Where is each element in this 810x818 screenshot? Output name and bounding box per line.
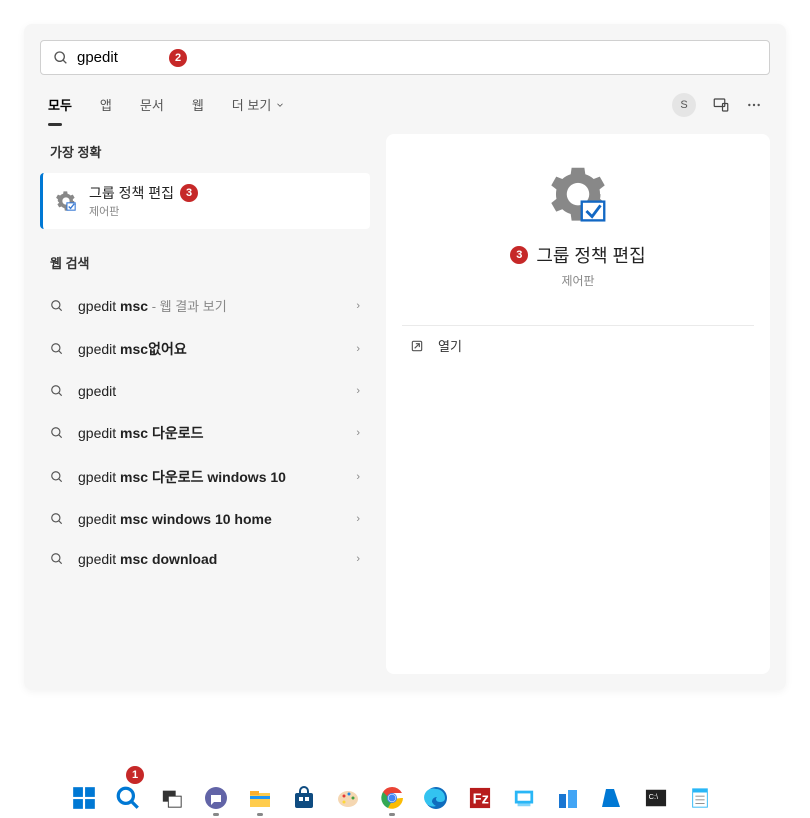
chevron-right-icon: › (356, 427, 360, 439)
annotation-badge-3a: 3 (180, 184, 198, 202)
web-result-item[interactable]: gpedit msc 다운로드 › (40, 411, 370, 455)
chevron-right-icon: › (356, 385, 360, 397)
action-open-label: 열기 (438, 336, 462, 355)
search-icon (50, 299, 64, 313)
more-icon[interactable] (746, 97, 762, 113)
taskbar-filezilla[interactable]: Fz (466, 784, 494, 812)
taskbar-notepad[interactable] (686, 784, 714, 812)
taskbar-taskview[interactable] (158, 784, 186, 812)
content-area: 가장 정확 그룹 정책 편집 3 제어판 웹 검색 gpedit msc (24, 134, 786, 674)
chevron-down-icon (275, 100, 285, 110)
web-result-text: gpedit msc없어요 (78, 339, 356, 359)
chevron-right-icon: › (356, 471, 360, 483)
taskbar-terminal[interactable]: C:\ (642, 784, 670, 812)
tab-all[interactable]: 모두 (48, 91, 72, 118)
web-result-item[interactable]: gpedit msc 다운로드 windows 10 › (40, 455, 370, 499)
taskbar-chat[interactable] (202, 784, 230, 812)
chevron-right-icon: › (356, 553, 360, 565)
tab-more[interactable]: 더 보기 (232, 91, 286, 118)
web-result-item[interactable]: gpedit › (40, 371, 370, 411)
taskbar-paint[interactable] (334, 784, 362, 812)
action-open[interactable]: 열기 (402, 325, 754, 365)
best-match-title: 그룹 정책 편집 3 (89, 183, 198, 203)
annotation-badge-2: 2 (169, 49, 187, 67)
taskbar-edge[interactable] (422, 784, 450, 812)
tabs-right: S (672, 93, 762, 117)
search-icon (53, 50, 69, 66)
web-result-item[interactable]: gpedit msc없어요 › (40, 327, 370, 371)
results-column: 가장 정확 그룹 정책 편집 3 제어판 웹 검색 gpedit msc (40, 134, 370, 674)
detail-panel: 3 그룹 정책 편집 제어판 열기 (386, 134, 770, 674)
taskbar-buildings[interactable] (554, 784, 582, 812)
web-result-item[interactable]: gpedit msc - 웹 결과 보기 › (40, 284, 370, 327)
web-result-text: gpedit msc - 웹 결과 보기 (78, 296, 356, 315)
web-result-item[interactable]: gpedit msc windows 10 home › (40, 499, 370, 539)
taskbar-azure[interactable] (598, 784, 626, 812)
annotation-badge-1: 1 (126, 766, 144, 784)
search-icon (50, 342, 64, 356)
detail-sub: 제어판 (402, 272, 754, 289)
search-icon (50, 552, 64, 566)
search-icon (50, 384, 64, 398)
taskbar-chrome[interactable] (378, 784, 406, 812)
chevron-right-icon: › (356, 343, 360, 355)
devices-icon[interactable] (712, 96, 730, 114)
taskbar-search[interactable]: 1 (114, 784, 142, 812)
search-panel: 2 모두 앱 문서 웹 더 보기 S 가장 정확 (24, 24, 786, 690)
detail-title: 그룹 정책 편집 (536, 242, 645, 268)
web-result-text: gpedit msc download (78, 551, 356, 567)
start-button[interactable] (70, 784, 98, 812)
gear-icon (55, 190, 77, 212)
detail-title-row: 3 그룹 정책 편집 (402, 242, 754, 268)
search-bar[interactable]: 2 (40, 40, 770, 75)
taskbar-store[interactable] (290, 784, 318, 812)
taskbar: 1 Fz C:\ (0, 784, 810, 812)
detail-icon (548, 166, 608, 226)
chevron-right-icon: › (356, 300, 360, 312)
search-icon (50, 470, 64, 484)
search-icon (50, 426, 64, 440)
svg-text:C:\: C:\ (649, 792, 659, 801)
tabs-row: 모두 앱 문서 웹 더 보기 S (24, 91, 786, 118)
best-match-sub: 제어판 (89, 203, 198, 219)
web-result-text: gpedit msc windows 10 home (78, 511, 356, 527)
chevron-right-icon: › (356, 513, 360, 525)
web-result-item[interactable]: gpedit msc download › (40, 539, 370, 579)
taskbar-explorer[interactable] (246, 784, 274, 812)
search-icon (50, 512, 64, 526)
tab-apps[interactable]: 앱 (100, 91, 112, 118)
web-result-text: gpedit msc 다운로드 (78, 423, 356, 443)
open-icon (410, 339, 424, 353)
web-result-text: gpedit msc 다운로드 windows 10 (78, 467, 356, 487)
tab-web[interactable]: 웹 (192, 91, 204, 118)
annotation-badge-3b: 3 (510, 246, 528, 264)
best-match-item[interactable]: 그룹 정책 편집 3 제어판 (40, 173, 370, 229)
user-avatar[interactable]: S (672, 93, 696, 117)
web-result-text: gpedit (78, 383, 356, 399)
tab-documents[interactable]: 문서 (140, 91, 164, 118)
section-best-match: 가장 정확 (40, 134, 370, 173)
section-web-search: 웹 검색 (40, 245, 370, 284)
taskbar-clipboard[interactable] (510, 784, 538, 812)
